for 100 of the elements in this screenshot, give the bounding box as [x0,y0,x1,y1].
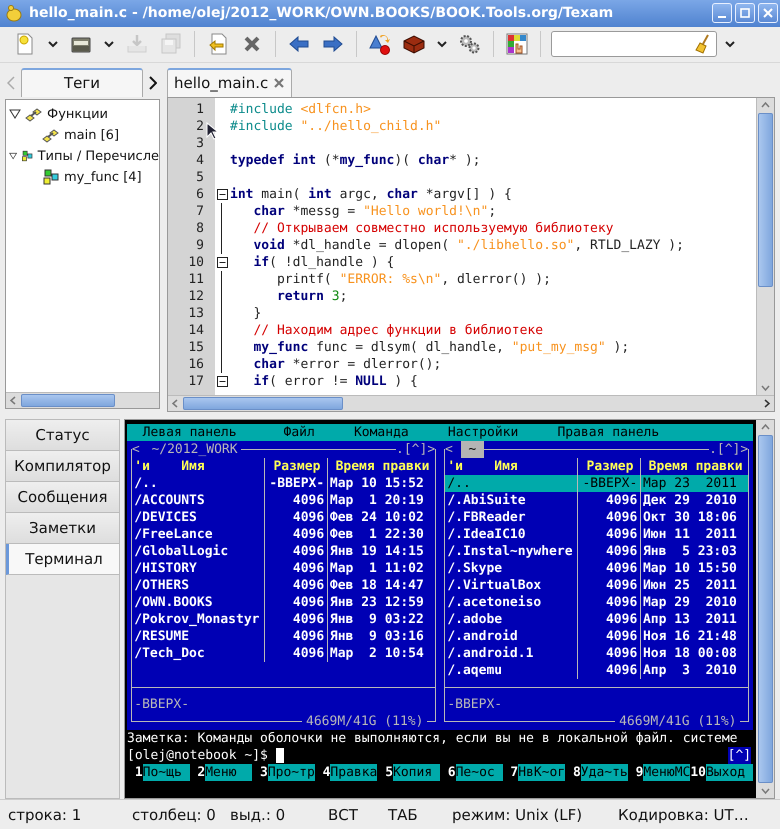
tree-item[interactable]: Типы / Перечисле [38,148,159,164]
panel-path[interactable]: ~ [460,441,484,458]
panel-tab[interactable]: Сообщения [6,482,119,514]
file-tab[interactable]: hello_main.c [167,68,292,97]
column-header: Имя [494,458,518,476]
tree-item[interactable]: main [6] [64,128,120,143]
file-name[interactable]: /.VirtualBox [444,577,578,594]
panel-path[interactable]: ~/2012_WORK [148,441,242,458]
file-name[interactable]: /RESUME [132,628,265,646]
file-name[interactable]: /OTHERS [132,577,265,594]
close-icon[interactable] [273,77,286,90]
function-key[interactable]: По~щь [142,764,190,782]
file-name[interactable]: /HISTORY [132,560,265,578]
file-name[interactable]: /.IdeaIC10 [444,526,578,544]
menu-item[interactable]: Файл [284,424,315,442]
file-name[interactable]: /.aqemu [444,662,578,680]
file-name[interactable]: /ACCOUNTS [132,492,265,510]
menu-item[interactable]: Левая панель [142,424,237,442]
file-size: 4096 [264,628,328,646]
file-name[interactable]: /GlobalLogic [132,543,265,560]
function-key[interactable]: НвК~ог [518,764,566,782]
column-header: Время правки [648,458,744,476]
function-key[interactable]: МенюМС [643,764,690,782]
function-key[interactable]: Пе~ос [456,764,503,782]
file-time: Апр 3 2010 [642,662,738,680]
file-size: 4096 [578,577,641,594]
line-number: 4 [195,152,204,168]
file-size: 4096 [264,594,328,612]
maximize-button[interactable] [735,3,755,24]
fold-icon[interactable] [216,188,228,200]
file-name[interactable]: /DEVICES [132,509,265,526]
function-key[interactable]: Правка [330,764,378,782]
mouse-pointer-icon [206,122,218,140]
file-time: Фев 1 22:30 [328,526,425,544]
text-cursor [276,748,284,764]
tags-tab[interactable]: Теги [21,68,143,97]
line-number: 2 [195,118,204,134]
code-line: if( !dl_handle ) { [252,254,394,270]
file-name[interactable]: /.android.1 [444,645,578,662]
menu-item[interactable]: Команда [354,424,409,442]
file-time: Фев 24 10:02 [328,509,425,526]
expander-icon[interactable] [9,108,21,120]
code-line: typedef int (*my_func)( char* ); [229,152,480,168]
panel-tab[interactable]: Заметки [6,513,119,544]
column-header: 'и [134,458,150,476]
key-number: 3 [259,764,268,782]
file-name[interactable]: /.Skype [444,560,578,578]
function-key[interactable]: Про~тр [268,764,315,782]
file-name[interactable]: /.adobe [444,611,578,628]
code-line: if( error != NULL ) { [252,374,418,389]
scroll-marker[interactable]: [^] [728,747,752,764]
line-number: 17 [187,374,204,389]
vertical-scrollbar[interactable] [756,98,774,394]
panel-tab[interactable]: Статус [6,420,119,452]
column-header: Время правки [334,458,430,476]
file-name[interactable]: /Pokrov_Monastyr [132,611,265,628]
vertical-scrollbar[interactable] [756,420,774,798]
cubes-icon [42,127,60,144]
key-number: 2 [196,764,206,782]
line-number: 16 [187,356,204,372]
file-name[interactable]: /.. [132,475,265,492]
menu-item[interactable]: Настройки [448,424,518,442]
tree-item[interactable]: my_func [4] [64,170,142,185]
file-size: 4096 [578,594,641,612]
panel-tab[interactable]: Терминал [6,544,119,576]
file-name[interactable]: /Tech_Doc [132,645,265,662]
file-name[interactable]: /.FBReader [444,509,578,526]
function-key[interactable]: Копия [393,764,440,782]
file-time: Мар 1 11:02 [328,560,425,578]
minimize-button[interactable] [712,3,732,24]
file-name[interactable]: /.AbiSuite [444,492,578,510]
horizontal-scrollbar[interactable] [168,394,774,410]
horizontal-scrollbar[interactable] [6,392,159,408]
tree-item[interactable]: Функции [47,106,108,122]
file-time: Мар 29 2010 [642,594,738,612]
code-editor[interactable] [167,96,775,412]
function-key[interactable]: Выход [706,764,753,782]
key-number: 6 [446,764,456,782]
function-key[interactable]: Меню [205,764,252,782]
fold-icon[interactable] [216,376,228,387]
search-field[interactable] [551,31,717,58]
key-number: 8 [572,764,581,782]
file-time: Ноя 16 21:48 [642,628,738,646]
close-window-button[interactable] [758,3,778,24]
file-time: Мар 2 10:54 [328,645,425,662]
line-number: 15 [187,340,204,355]
file-name[interactable]: /.android [444,628,578,646]
file-name[interactable]: /.. [444,475,578,492]
line-number: 13 [187,306,204,321]
file-name[interactable]: /OWN.BOOKS [132,594,265,612]
panel-tab[interactable]: Компилятор [6,451,119,482]
fold-icon[interactable] [216,256,228,268]
function-key[interactable]: Уда~ть [580,764,628,782]
gears-icon [458,32,482,56]
file-name[interactable]: /FreeLance [132,526,265,544]
file-name[interactable]: /.acetoneiso [444,594,578,612]
menu-item[interactable]: Правая панель [557,424,660,442]
line-number: 8 [195,220,204,236]
file-name[interactable]: /.Instal~nywhere [444,543,578,560]
colored-cubes-icon [42,169,60,186]
